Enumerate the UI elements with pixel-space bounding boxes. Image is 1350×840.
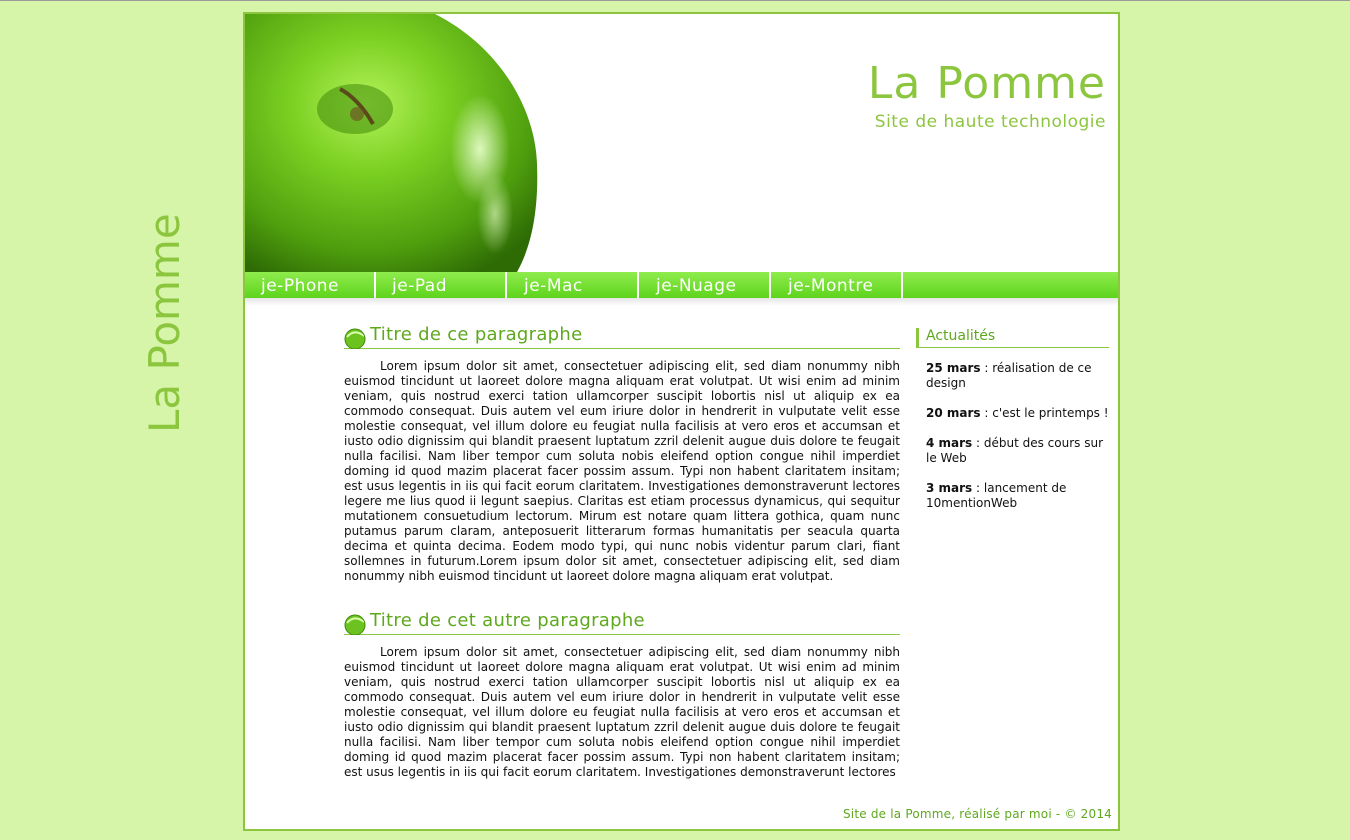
nav-item-je-mac[interactable]: je-Mac	[508, 272, 639, 298]
apple-bullet-icon	[344, 328, 366, 349]
header: La Pomme Site de haute technologie	[245, 14, 1118, 272]
news-item: 25 mars : réalisation de ce design	[926, 361, 1109, 391]
page-container: La Pomme Site de haute technologie je-Ph…	[140, 12, 1120, 831]
footer: Site de la Pomme, réalisé par moi - © 20…	[842, 807, 1112, 821]
content-section: Titre de ce paragraphe Lorem ipsum dolor…	[344, 324, 900, 584]
news-item: 20 mars : c'est le printemps !	[926, 406, 1109, 421]
site-subtitle: Site de haute technologie	[874, 112, 1106, 132]
news-item: 3 mars : lancement de 10mentionWeb	[926, 481, 1109, 511]
nav-shadow	[245, 298, 1118, 306]
section-heading: Titre de ce paragraphe	[344, 324, 900, 349]
apple-bullet-icon	[344, 614, 366, 635]
news-date: 20 mars	[926, 406, 981, 420]
section-paragraph: Lorem ipsum dolor sit amet, consectetuer…	[344, 359, 900, 583]
news-date: 3 mars	[926, 481, 973, 495]
nav-item-je-montre[interactable]: je-Montre	[772, 272, 903, 298]
news-item: 4 mars : début des cours sur le Web	[926, 436, 1109, 466]
main-content: Titre de ce paragraphe Lorem ipsum dolor…	[344, 324, 900, 780]
section-paragraph: Lorem ipsum dolor sit amet, consectetuer…	[344, 645, 900, 779]
section-heading: Titre de cet autre paragraphe	[344, 610, 900, 635]
sidebar-title: Actualités	[916, 328, 1109, 348]
section-heading-text: Titre de ce paragraphe	[370, 324, 583, 345]
green-apple-image	[245, 14, 545, 272]
news-date: 25 mars	[926, 361, 981, 375]
section-heading-text: Titre de cet autre paragraphe	[370, 610, 645, 631]
site-title: La Pomme	[867, 58, 1106, 109]
nav-item-je-pad[interactable]: je-Pad	[376, 272, 507, 298]
news-date: 4 mars	[926, 436, 973, 450]
nav-item-je-phone[interactable]: je-Phone	[245, 272, 376, 298]
window-top-border	[0, 0, 1350, 1]
news-text: : c'est le printemps !	[980, 406, 1109, 420]
sidebar-news: Actualités 25 mars : réalisation de ce d…	[916, 328, 1109, 526]
vertical-title-text: La Pomme	[140, 213, 189, 433]
main-nav: je-Phone je-Pad je-Mac je-Nuage je-Montr…	[245, 272, 1118, 298]
content-section: Titre de cet autre paragraphe Lorem ipsu…	[344, 610, 900, 780]
news-list: 25 mars : réalisation de ce design 20 ma…	[926, 361, 1109, 511]
nav-item-je-nuage[interactable]: je-Nuage	[640, 272, 771, 298]
